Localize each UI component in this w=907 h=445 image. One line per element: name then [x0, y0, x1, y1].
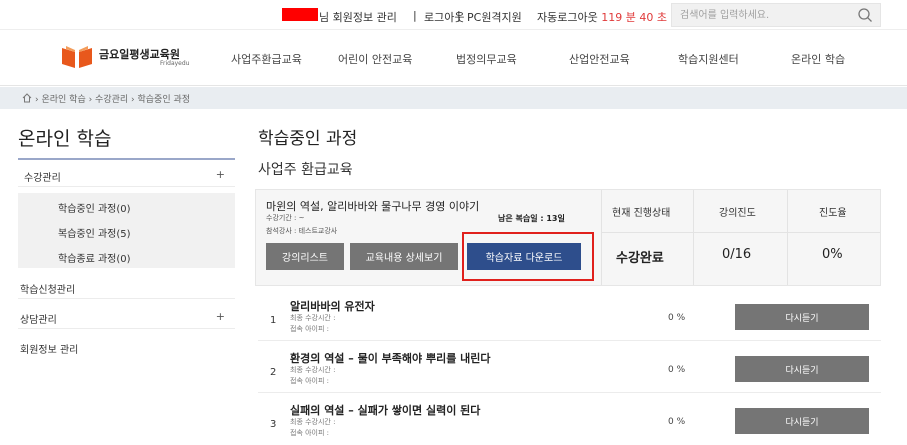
lesson-last-time: 최종 수강시간 :	[290, 418, 336, 426]
sidebar-item-completed[interactable]: 학습종료 과정(0)	[18, 243, 235, 268]
search-icon[interactable]	[857, 7, 873, 23]
separator: |	[457, 9, 461, 22]
sidebar-item-label: 회원정보 관리	[20, 345, 79, 356]
breadcrumb: › 온라인 학습 › 수강관리 › 학습중인 과정	[22, 92, 190, 105]
search-input[interactable]	[680, 7, 845, 23]
pc-remote-support-link[interactable]: PC원격지원	[467, 9, 522, 25]
column-divider	[601, 190, 602, 285]
sidebar-item-label: 학습신청관리	[20, 285, 76, 296]
lesson-last-time: 최종 수강시간 :	[290, 314, 336, 322]
sidebar-item-label: 상담관리	[20, 315, 57, 326]
logo-book-icon[interactable]	[60, 44, 94, 70]
status-header: 현재 진행상태	[612, 208, 671, 219]
logo-subtitle: Fridayedu	[160, 60, 190, 67]
nav-online-learning[interactable]: 온라인 학습	[791, 51, 845, 67]
course-period: 수강기간 : ~	[266, 214, 305, 222]
breadcrumb-bar: › 온라인 학습 › 수강관리 › 학습중인 과정	[0, 87, 907, 109]
lesson-percent: 0 %	[668, 417, 686, 427]
section-title: 사업주 환급교육	[258, 162, 353, 178]
lesson-title: 알리바바의 유전자	[290, 300, 375, 313]
sidebar-item-label: 수강관리	[24, 173, 61, 184]
lesson-percent: 0 %	[668, 313, 686, 323]
replay-button[interactable]: 다시듣기	[735, 408, 869, 434]
sidebar-item-in-progress[interactable]: 학습중인 과정(0)	[18, 193, 235, 218]
auto-logout-time: 119 분 40 초	[601, 11, 667, 24]
lesson-row: 3 실패의 역설 – 실패가 쌓이면 실력이 된다 최종 수강시간 : 접속 아…	[258, 397, 881, 445]
row-divider	[601, 232, 880, 233]
sidebar-item-label: 복습중인 과정(5)	[58, 229, 131, 240]
sidebar-item-reviewing[interactable]: 복습중인 과정(5)	[18, 218, 235, 243]
highlight-box	[462, 232, 594, 281]
lesson-row: 1 알리바바의 유전자 최종 수강시간 : 접속 아이피 : 0 % 다시듣기	[258, 293, 881, 341]
auto-logout-label: 자동로그아웃	[537, 11, 598, 24]
progress-header: 강의진도	[719, 208, 756, 219]
nav-child-safety[interactable]: 어린이 안전교육	[338, 51, 412, 67]
nav-employer-refund[interactable]: 사업주환급교육	[231, 51, 302, 67]
breadcrumb-path: › 온라인 학습 › 수강관리 › 학습중인 과정	[35, 95, 191, 105]
search-box	[671, 3, 881, 27]
lesson-login-ip: 접속 아이피 :	[290, 377, 330, 385]
status-value: 수강완료	[616, 251, 664, 266]
sidebar-item-member-info[interactable]: 회원정보 관리	[18, 333, 235, 359]
nav-legal-mandatory[interactable]: 법정의무교육	[456, 51, 517, 67]
review-days-remaining: 남은 복습일 : 13일	[498, 214, 565, 223]
sidebar-item-course-management[interactable]: 수강관리 +	[18, 161, 235, 187]
sidebar-title: 온라인 학습	[18, 128, 112, 150]
course-detail-button[interactable]: 교육내용 상세보기	[350, 243, 458, 270]
auto-logout-timer: 자동로그아웃 119 분 40 초	[537, 9, 667, 25]
replay-button[interactable]: 다시듣기	[735, 304, 869, 330]
page-title: 학습중인 과정	[258, 129, 358, 149]
lesson-last-time: 최종 수강시간 :	[290, 366, 336, 374]
nav-learning-support[interactable]: 학습지원센터	[678, 51, 739, 67]
sidebar-item-consulting[interactable]: 상담관리 +	[18, 303, 235, 329]
top-utility-bar: 님 회원정보 관리 | 로그아웃 | PC원격지원 자동로그아웃 119 분 4…	[0, 0, 907, 30]
redacted-username	[282, 8, 318, 21]
lesson-number: 2	[270, 367, 277, 378]
rate-header: 진도율	[819, 208, 847, 219]
column-divider	[693, 190, 694, 285]
course-teacher: 참석강사 : 테스트교강사	[266, 227, 338, 235]
member-info-link[interactable]: 님 회원정보 관리	[319, 9, 397, 25]
lesson-login-ip: 접속 아이피 :	[290, 429, 330, 437]
lesson-number: 3	[270, 419, 277, 430]
nav-industrial-safety[interactable]: 산업안전교육	[569, 51, 630, 67]
home-icon[interactable]	[22, 93, 32, 103]
rate-value: 0%	[822, 247, 843, 262]
sidebar-item-label: 학습중인 과정(0)	[58, 204, 131, 215]
sidebar-divider	[18, 158, 235, 160]
expand-plus-icon[interactable]: +	[216, 168, 225, 181]
expand-plus-icon[interactable]: +	[216, 310, 225, 323]
lesson-login-ip: 접속 아이피 :	[290, 325, 330, 333]
sidebar-item-apply-management[interactable]: 학습신청관리	[18, 273, 235, 299]
sidebar-item-label: 학습종료 과정(0)	[58, 254, 131, 265]
main-header: 금요일평생교육원 Fridayedu 사업주환급교육 어린이 안전교육 법정의무…	[0, 30, 907, 86]
course-card: 마윈의 역설, 알리바바와 물구나무 경영 이야기 수강기간 : ~ 남은 복습…	[255, 189, 881, 286]
progress-value: 0/16	[722, 247, 752, 262]
lesson-row: 2 환경의 역설 – 물이 부족해야 뿌리를 내린다 최종 수강시간 : 접속 …	[258, 345, 881, 393]
lesson-title: 실패의 역설 – 실패가 쌓이면 실력이 된다	[290, 404, 481, 417]
course-name: 마윈의 역설, 알리바바와 물구나무 경영 이야기	[266, 200, 480, 213]
lesson-percent: 0 %	[668, 365, 686, 375]
lesson-title: 환경의 역설 – 물이 부족해야 뿌리를 내린다	[290, 352, 491, 365]
separator: |	[413, 9, 417, 22]
lesson-number: 1	[270, 315, 277, 326]
replay-button[interactable]: 다시듣기	[735, 356, 869, 382]
lecture-list-button[interactable]: 강의리스트	[266, 243, 344, 270]
column-divider	[787, 190, 788, 285]
